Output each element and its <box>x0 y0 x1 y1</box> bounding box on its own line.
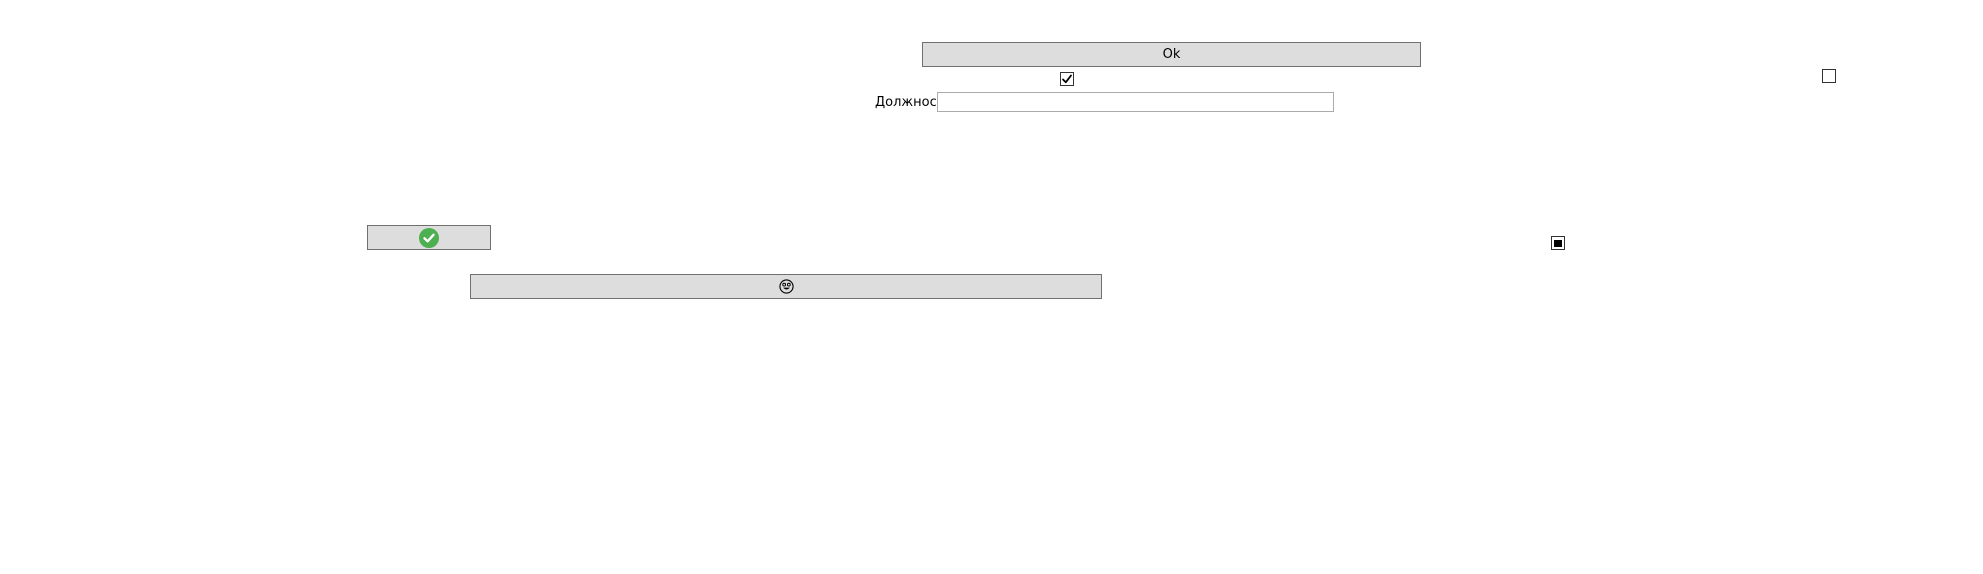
checkbox-checked[interactable] <box>1060 72 1074 86</box>
checkmark-icon <box>1062 74 1072 84</box>
checkbox-unchecked[interactable] <box>1822 69 1836 83</box>
checkbox-indeterminate[interactable] <box>1551 236 1565 250</box>
confirm-icon-button[interactable] <box>367 225 491 250</box>
check-circle-icon <box>419 227 439 248</box>
indeterminate-mark <box>1554 239 1562 247</box>
smiley-button[interactable] <box>470 274 1102 299</box>
ok-button[interactable]: Ok <box>922 42 1421 67</box>
ok-button-label: Ok <box>1162 47 1181 62</box>
position-input[interactable] <box>937 92 1334 112</box>
smiley-face-icon <box>778 279 794 294</box>
